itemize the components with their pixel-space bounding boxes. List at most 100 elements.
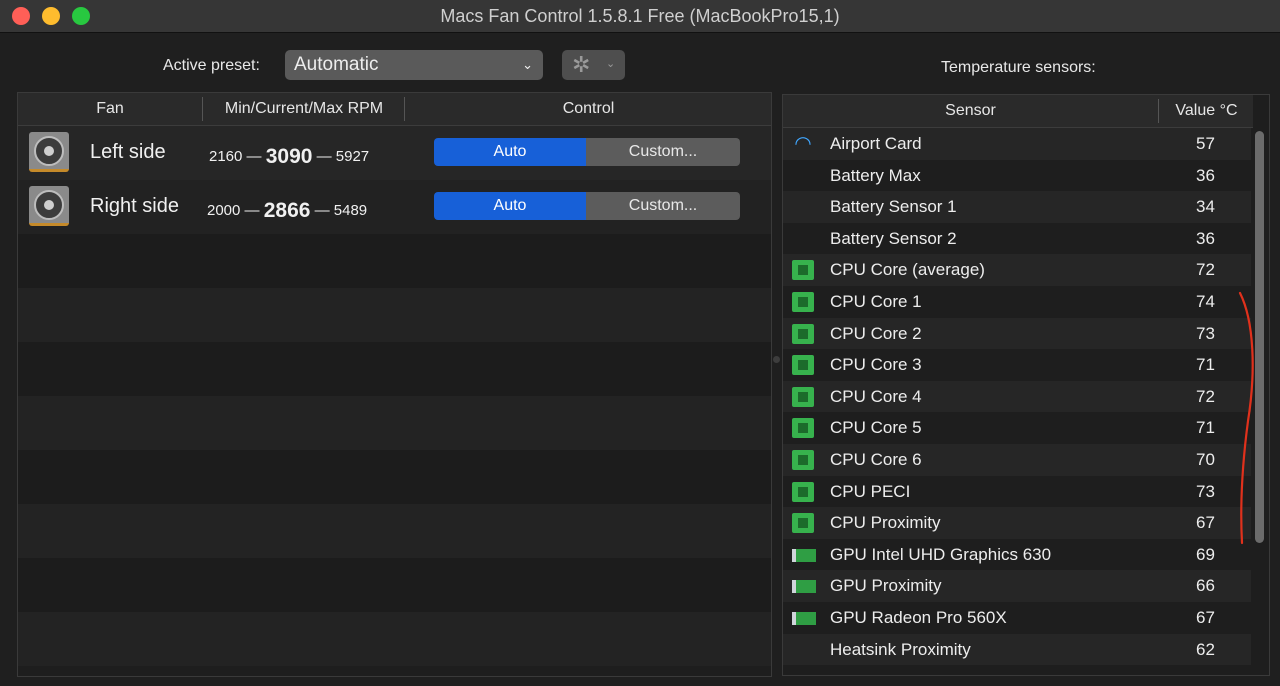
- gpu-card-icon: [792, 612, 816, 625]
- sensor-name: Battery Sensor 2: [830, 228, 957, 248]
- sensor-value: 36: [1196, 228, 1215, 248]
- gpu-card-icon: [792, 548, 816, 562]
- sensor-value: 71: [1196, 355, 1215, 375]
- sensor-name: CPU Proximity: [830, 513, 941, 533]
- gpu-card-icon: [792, 580, 816, 594]
- sensor-row[interactable]: Heatsink Proximity 62: [783, 633, 1251, 666]
- sensor-row[interactable]: Battery Sensor 2 36: [783, 222, 1251, 255]
- cpu-chip-icon: [792, 386, 814, 407]
- sensor-value: 66: [1196, 576, 1215, 596]
- cpu-chip-icon: [792, 323, 814, 344]
- table-row-stripe: [18, 450, 771, 504]
- custom-button[interactable]: Custom...: [586, 138, 740, 166]
- sensor-name: CPU Core 4: [830, 386, 922, 406]
- sensor-value: 72: [1196, 260, 1215, 280]
- sensor-value: 36: [1196, 165, 1215, 185]
- fan-max-rpm: 5489: [333, 202, 368, 219]
- cpu-chip-icon: [792, 260, 814, 281]
- cpu-chip-icon: [792, 513, 814, 534]
- sensor-value: 73: [1196, 323, 1215, 343]
- auto-button[interactable]: Auto: [434, 138, 586, 166]
- split-view-divider[interactable]: [773, 356, 780, 363]
- sensor-row[interactable]: CPU Core 2 73: [783, 317, 1251, 350]
- fan-name: Right side: [90, 195, 179, 217]
- sensor-value: 62: [1196, 639, 1215, 659]
- sensor-name: CPU Core 3: [830, 355, 922, 375]
- fan-column-header[interactable]: Fan: [18, 100, 202, 118]
- rpm-column-header[interactable]: Min/Current/Max RPM: [204, 100, 404, 118]
- active-preset-label: Active preset:: [163, 57, 260, 74]
- fan-table-header: Fan Min/Current/Max RPM Control: [18, 93, 771, 126]
- sensor-name: Battery Max: [830, 165, 921, 185]
- control-column-header[interactable]: Control: [406, 100, 771, 118]
- fan-row-left-side[interactable]: Left side 2160 — 3090 — 5927 Auto Custom…: [18, 126, 771, 180]
- cpu-chip-icon: [792, 292, 814, 312]
- table-row-stripe: [18, 396, 771, 450]
- sensor-value: 71: [1196, 418, 1215, 438]
- window-title: Macs Fan Control 1.5.8.1 Free (MacBookPr…: [440, 6, 840, 26]
- custom-button[interactable]: Custom...: [586, 192, 740, 220]
- sensor-row[interactable]: GPU Proximity 66: [783, 570, 1251, 602]
- sensor-row[interactable]: Battery Sensor 1 34: [783, 191, 1251, 223]
- sensor-name: Heatsink Proximity: [830, 639, 971, 659]
- table-row-stripe: [18, 288, 771, 342]
- fan-rpm: 2000 — 2866 — 5489: [207, 199, 368, 222]
- sensor-name: CPU PECI: [830, 481, 911, 501]
- sensor-column-header[interactable]: Sensor: [783, 102, 1158, 120]
- sensor-value: 57: [1196, 134, 1215, 153]
- fan-row-right-side[interactable]: Right side 2000 — 2866 — 5489 Auto Custo…: [18, 180, 771, 234]
- sensor-value: 72: [1196, 386, 1215, 406]
- fan-current-rpm: 2866: [263, 199, 311, 222]
- sensor-row[interactable]: CPU Core 4 72: [783, 380, 1251, 413]
- sensor-row[interactable]: Battery Max 36: [783, 159, 1251, 192]
- sensor-name: Airport Card: [830, 134, 922, 153]
- cpu-chip-icon: [792, 418, 814, 439]
- fan-current-rpm: 3090: [265, 145, 313, 168]
- chevron-down-icon: ⌄: [522, 57, 533, 72]
- cpu-chip-icon: [792, 355, 814, 376]
- cpu-chip-icon: [792, 481, 814, 502]
- fan-table: Fan Min/Current/Max RPM Control Left sid…: [17, 92, 772, 677]
- preset-settings-button[interactable]: ✲ ⌄: [562, 50, 625, 80]
- temperature-sensors-title: Temperature sensors:: [941, 59, 1096, 76]
- sensor-name: CPU Core 1: [830, 292, 922, 311]
- value-column-header[interactable]: Value °C: [1160, 102, 1253, 120]
- sensor-row[interactable]: GPU Intel UHD Graphics 630 69: [783, 538, 1251, 571]
- sensor-value: 70: [1196, 450, 1215, 469]
- fan-control-segmented: Auto Custom...: [434, 138, 740, 166]
- fan-icon: [29, 132, 69, 172]
- vertical-scrollbar[interactable]: [1255, 131, 1264, 543]
- sensor-table: Sensor Value °C ◠ Airport Card 57 Battery M…: [782, 94, 1270, 676]
- sensor-row[interactable]: ◠ Airport Card 57: [783, 128, 1251, 160]
- sensor-name: GPU Intel UHD Graphics 630: [830, 544, 1052, 564]
- active-preset-select[interactable]: Automatic ⌄: [285, 50, 543, 80]
- sensor-row[interactable]: CPU Core 6 70: [783, 444, 1251, 476]
- sensor-row[interactable]: CPU Core 5 71: [783, 412, 1251, 444]
- table-row-stripe: [18, 504, 771, 558]
- sensor-table-header: Sensor Value °C: [783, 95, 1253, 128]
- sensor-name: CPU Core 2: [830, 323, 922, 343]
- wifi-icon: ◠: [794, 133, 812, 155]
- table-row-stripe: [18, 558, 771, 612]
- cpu-chip-icon: [792, 450, 814, 470]
- sensor-row[interactable]: CPU Core 3 71: [783, 349, 1251, 381]
- sensor-name: Battery Sensor 1: [830, 197, 957, 217]
- sensor-row[interactable]: CPU Proximity 67: [783, 507, 1251, 539]
- table-row-stripe: [18, 342, 771, 396]
- sensor-name: CPU Core 5: [830, 418, 922, 438]
- sensor-row[interactable]: CPU PECI 73: [783, 475, 1251, 508]
- sensor-name: CPU Core 6: [830, 450, 922, 469]
- sensor-row[interactable]: GPU Radeon Pro 560X 67: [783, 602, 1251, 634]
- fan-min-rpm: 2000: [207, 202, 241, 219]
- sensor-name: GPU Proximity: [830, 576, 942, 596]
- column-divider: [1158, 99, 1159, 123]
- active-preset-value: Automatic: [294, 54, 379, 75]
- sensor-row[interactable]: CPU Core (average) 72: [783, 254, 1251, 286]
- chevron-down-icon: ⌄: [606, 58, 616, 70]
- sensor-row[interactable]: CPU Core 1 74: [783, 286, 1251, 318]
- fan-control-segmented: Auto Custom...: [434, 192, 740, 220]
- sensor-value: 67: [1196, 608, 1215, 627]
- fan-max-rpm: 5927: [335, 148, 370, 165]
- sensor-name: GPU Radeon Pro 560X: [830, 608, 1007, 627]
- auto-button[interactable]: Auto: [434, 192, 586, 220]
